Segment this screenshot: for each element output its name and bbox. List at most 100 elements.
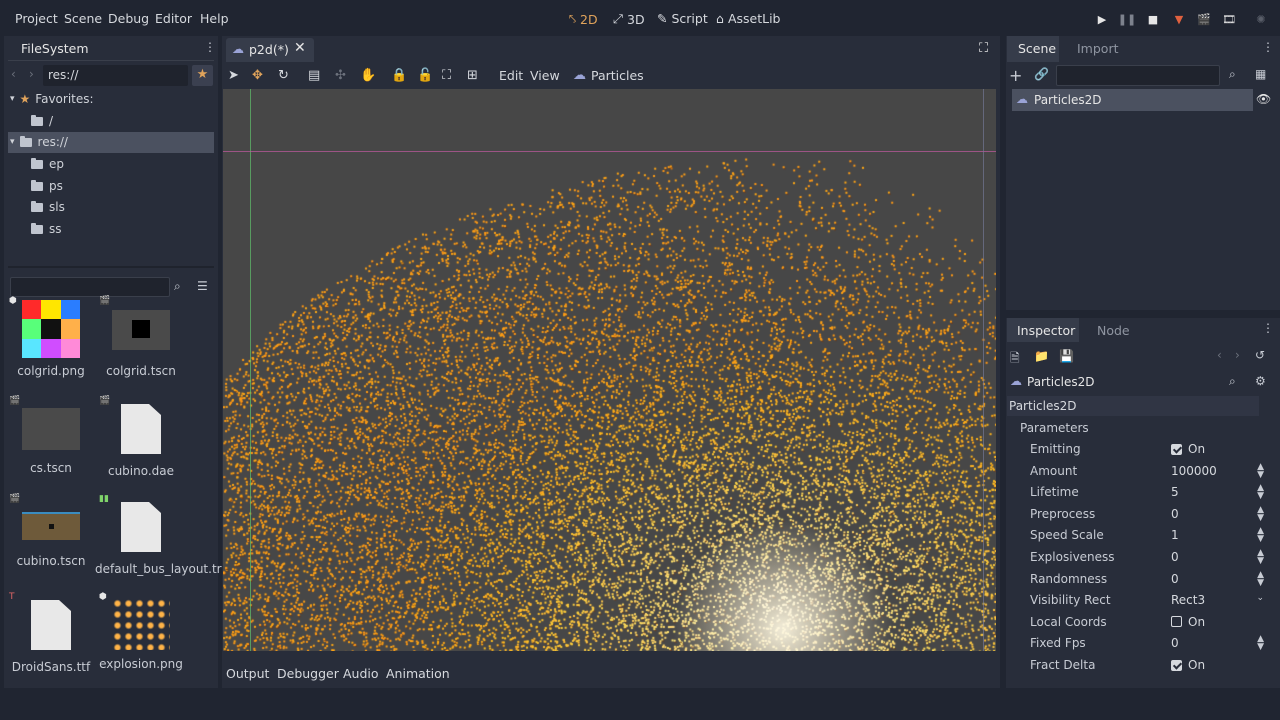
list-view-icon[interactable]: ☰ — [197, 279, 208, 293]
chevron-down-icon[interactable]: ⌄ — [1256, 594, 1264, 603]
tree-item-ps[interactable]: ps — [31, 176, 63, 196]
rotate-icon[interactable]: ↻ — [278, 68, 289, 83]
gear-icon[interactable]: ⚙ — [1255, 374, 1266, 388]
split-handle[interactable] — [8, 266, 214, 268]
property-row[interactable]: Explosiveness 0 ▲ ▼ — [1006, 547, 1274, 568]
play-custom-icon[interactable]: 🎞 — [1222, 12, 1236, 26]
play-scene-icon[interactable]: 🎬 — [1197, 12, 1211, 26]
property-value[interactable]: 0 — [1171, 550, 1179, 564]
file-default-bus-layout[interactable]: ▮▮ default_bus_layout.tres — [95, 494, 235, 577]
save-icon[interactable]: 💾 — [1059, 349, 1074, 363]
scene-filter-input[interactable] — [1056, 65, 1220, 86]
tree-item-ep[interactable]: ep — [31, 154, 64, 174]
file-colgrid-png[interactable]: ⬢ colgrid.png — [5, 296, 97, 378]
tab-filesystem[interactable]: FileSystem — [21, 41, 89, 56]
property-value[interactable]: 5 — [1171, 485, 1179, 499]
visibility-eye-icon[interactable]: 👁 — [1256, 92, 1271, 106]
group-icon[interactable]: ⛶ — [442, 68, 451, 83]
tree-item-res[interactable]: ▾ res:// — [10, 132, 68, 152]
property-value[interactable]: Rect3 — [1171, 593, 1205, 607]
property-row[interactable]: Fract Delta On — [1006, 655, 1274, 676]
path-input[interactable]: res:// — [43, 65, 188, 86]
property-value[interactable]: 0 — [1171, 507, 1179, 521]
back-icon[interactable]: ‹ — [11, 67, 16, 81]
property-row[interactable]: Emitting On — [1006, 439, 1274, 460]
forward-icon[interactable]: › — [29, 67, 34, 81]
property-row[interactable]: Visibility Rect Rect3 ⌄ — [1006, 590, 1274, 611]
pivot-icon[interactable]: ✣ — [335, 68, 346, 83]
move-icon[interactable]: ✥ — [252, 68, 263, 83]
fullscreen-icon[interactable]: ⛶ — [979, 41, 988, 56]
property-row[interactable]: Amount 100000 ▲ ▼ — [1006, 461, 1274, 482]
menu-dots-icon[interactable]: ⋮ — [1262, 40, 1274, 54]
property-value[interactable]: On — [1171, 615, 1205, 629]
spinner-arrows-icon[interactable]: ▲ ▼ — [1257, 484, 1264, 501]
tree-favorites[interactable]: ▾ ★ Favorites: — [10, 89, 94, 109]
search-icon[interactable]: ⌕ — [1229, 67, 1236, 82]
spinner-arrows-icon[interactable]: ▲ ▼ — [1257, 549, 1264, 566]
workspace-3d[interactable]: ⤢ 3D — [613, 11, 645, 27]
tab-import[interactable]: Import — [1077, 41, 1119, 56]
bottom-tab-audio[interactable]: Audio — [343, 666, 379, 681]
file-search-input[interactable] — [10, 277, 170, 297]
checkbox[interactable] — [1171, 659, 1182, 671]
play-icon[interactable]: ▶ — [1095, 12, 1109, 26]
tree-item-root[interactable]: / — [31, 111, 53, 131]
file-cs-tscn[interactable]: 🎬 cs.tscn — [5, 396, 97, 475]
bottom-tab-animation[interactable]: Animation — [386, 666, 450, 681]
property-value[interactable]: On — [1171, 442, 1205, 456]
spinner-arrows-icon[interactable]: ▲ ▼ — [1257, 462, 1264, 479]
property-row[interactable]: Speed Scale 1 ▲ ▼ — [1006, 525, 1274, 546]
section-parameters[interactable]: Parameters — [1020, 421, 1089, 435]
pan-icon[interactable]: ✋ — [360, 68, 376, 83]
checkbox[interactable] — [1171, 616, 1182, 628]
scene-node-particles2d[interactable]: Particles2D — [1034, 93, 1101, 107]
workspace-2d[interactable]: ⤣ 2D — [569, 11, 598, 27]
canvas-2d[interactable] — [223, 89, 996, 651]
favorite-star-icon[interactable]: ★ — [192, 65, 213, 86]
unlock-icon[interactable]: 🔓 — [417, 68, 433, 83]
property-value[interactable]: 1 — [1171, 528, 1179, 542]
object-search-icon[interactable]: ⌕ — [1229, 374, 1236, 389]
property-value[interactable]: 0 — [1171, 572, 1179, 586]
checkbox[interactable] — [1171, 443, 1182, 455]
spinner-arrows-icon[interactable]: ▲ ▼ — [1257, 635, 1264, 652]
spinner-arrows-icon[interactable]: ▲ ▼ — [1257, 505, 1264, 522]
property-row[interactable]: Randomness 0 ▲ ▼ — [1006, 569, 1274, 590]
stop-icon[interactable]: ■ — [1146, 12, 1160, 26]
menu-editor[interactable]: Editor — [155, 11, 192, 26]
new-resource-icon[interactable]: 🗎 — [1010, 349, 1020, 370]
particles-menu[interactable]: Particles — [591, 68, 644, 83]
edit-menu[interactable]: Edit — [499, 68, 523, 83]
add-node-icon[interactable]: + — [1009, 66, 1022, 85]
property-value[interactable]: 100000 — [1171, 464, 1217, 478]
menu-project[interactable]: Project — [15, 11, 58, 26]
list-select-icon[interactable]: ▤ — [308, 68, 320, 83]
ungroup-icon[interactable]: ⊞ — [467, 68, 478, 83]
menu-help[interactable]: Help — [200, 11, 229, 26]
menu-dots-icon[interactable]: ⋮ — [204, 40, 216, 54]
spinner-arrows-icon[interactable]: ▲ ▼ — [1257, 570, 1264, 587]
file-cubino-dae[interactable]: 🎬 cubino.dae — [95, 396, 187, 478]
bottom-tab-output[interactable]: Output — [226, 666, 269, 681]
file-colgrid-tscn[interactable]: 🎬 colgrid.tscn — [95, 296, 187, 378]
select-icon[interactable]: ➤ — [228, 68, 239, 83]
menu-dots-icon[interactable]: ⋮ — [1262, 321, 1274, 335]
history-back-icon[interactable]: ‹ — [1217, 348, 1222, 362]
property-row[interactable]: Preprocess 0 ▲ ▼ — [1006, 504, 1274, 525]
file-droidsans-ttf[interactable]: T DroidSans.ttf — [5, 592, 97, 674]
file-explosion-png[interactable]: ⬢ explosion.png — [95, 592, 187, 671]
file-cubino-tscn[interactable]: 🎬 cubino.tscn — [5, 494, 97, 568]
property-row[interactable]: Local Coords On — [1006, 612, 1274, 633]
lock-icon[interactable]: 🔒 — [391, 68, 407, 83]
tree-item-sls[interactable]: sls — [31, 197, 65, 217]
menu-debug[interactable]: Debug — [108, 11, 149, 26]
pause-icon[interactable]: ❚❚ — [1118, 12, 1136, 26]
open-folder-icon[interactable]: 📁 — [1034, 349, 1049, 363]
view-menu[interactable]: View — [530, 68, 560, 83]
history-forward-icon[interactable]: › — [1235, 348, 1240, 362]
property-value[interactable]: 0 — [1171, 636, 1179, 650]
property-row[interactable]: Lifetime 5 ▲ ▼ — [1006, 482, 1274, 503]
instance-link-icon[interactable]: 🔗 — [1034, 67, 1049, 81]
tab-node[interactable]: Node — [1097, 323, 1130, 338]
